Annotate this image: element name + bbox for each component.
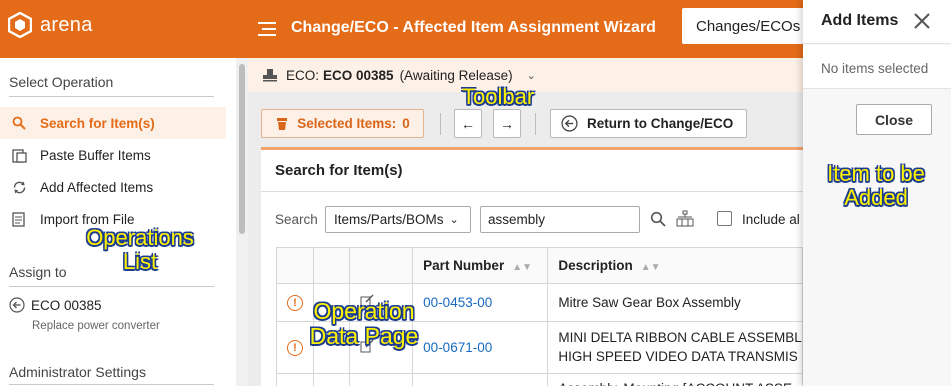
table-row[interactable]: Assembly, Mounting [ACCOUNT ASSE xyxy=(276,373,803,386)
page-title: Change/ECO - Affected Item Assignment Wi… xyxy=(291,19,656,36)
bom-tree-icon[interactable] xyxy=(676,210,694,227)
column-header-label: Part Number xyxy=(423,258,505,273)
status-cell xyxy=(276,373,314,386)
arrow-left-icon: ← xyxy=(461,115,475,132)
action-cell xyxy=(312,373,350,386)
selected-items-count: 0 xyxy=(402,116,410,131)
sidebar-item-add-affected[interactable]: Add Affected Items xyxy=(0,171,226,203)
assign-eco-link[interactable]: ECO 00385 xyxy=(9,297,102,313)
assign-to-heading: Assign to xyxy=(9,264,67,280)
panel-title: Search for Item(s) xyxy=(275,162,403,179)
sidebar-item-paste-buffer[interactable]: Paste Buffer Items xyxy=(0,139,226,171)
trash-bucket-icon xyxy=(277,117,288,130)
changes-ecos-dropdown[interactable]: Changes/ECOs ⌄ xyxy=(682,8,816,44)
search-scope-value: Items/Parts/BOMs xyxy=(334,212,444,227)
chevron-down-icon: ⌄ xyxy=(449,214,459,226)
description-cell: MINI DELTA RIBBON CABLE ASSEMBL HIGH SPE… xyxy=(547,321,803,374)
part-number-link[interactable]: 00-0453-00 xyxy=(412,283,549,322)
selected-items-button[interactable]: Selected Items: 0 xyxy=(261,109,424,138)
arena-logo-icon xyxy=(8,12,32,38)
return-label: Return to Change/ECO xyxy=(587,116,734,131)
sort-icon[interactable]: ▲▼ xyxy=(641,262,661,273)
search-scope-select[interactable]: Items/Parts/BOMs ⌄ xyxy=(325,206,471,233)
column-header-label: Description xyxy=(558,258,633,273)
eco-number: ECO 00385 xyxy=(323,67,394,83)
close-button[interactable]: Close xyxy=(856,104,932,135)
divider xyxy=(9,384,214,385)
eco-prefix: ECO: xyxy=(286,67,320,83)
logo-text: arena xyxy=(40,13,93,36)
no-items-text: No items selected xyxy=(821,61,929,76)
description-cell: Mitre Saw Gear Box Assembly xyxy=(547,283,803,322)
scrollbar-thumb[interactable] xyxy=(239,64,245,234)
chevron-down-icon[interactable]: ⌄ xyxy=(527,69,536,82)
divider xyxy=(9,96,214,97)
sidebar-scrollbar[interactable] xyxy=(236,58,248,386)
annotation-toolbar: Toolbar xyxy=(462,84,535,109)
search-input[interactable] xyxy=(480,206,640,233)
nav-dropdown-label: Changes/ECOs xyxy=(696,17,801,35)
warning-icon: ! xyxy=(287,295,303,311)
part-number-link[interactable] xyxy=(412,373,549,386)
eco-status: (Awaiting Release) xyxy=(399,67,513,83)
search-icon[interactable] xyxy=(650,211,666,227)
sidebar-item-label: Search for Item(s) xyxy=(40,115,155,131)
part-number-link[interactable]: 00-0671-00 xyxy=(412,321,549,374)
divider xyxy=(261,191,803,192)
import-file-icon xyxy=(11,211,27,227)
include-label: Include al xyxy=(742,212,800,227)
close-icon[interactable] xyxy=(912,11,932,31)
include-checkbox[interactable] xyxy=(717,211,732,226)
forward-button[interactable]: → xyxy=(493,109,521,138)
column-header-part-number[interactable]: Part Number ▲▼ xyxy=(412,247,549,284)
menu-icon[interactable] xyxy=(258,21,276,37)
arrow-right-icon: → xyxy=(500,115,514,132)
divider xyxy=(9,286,214,287)
select-operation-heading: Select Operation xyxy=(9,74,114,90)
return-to-eco-button[interactable]: Return to Change/ECO xyxy=(550,109,747,138)
column-header-description[interactable]: Description ▲▼ xyxy=(547,247,803,284)
edit-cell xyxy=(348,373,414,386)
drawer-title: Add Items xyxy=(821,12,899,29)
back-circle-icon xyxy=(9,297,25,313)
paste-icon xyxy=(11,147,27,163)
assign-eco-description: Replace power converter xyxy=(32,320,160,332)
warning-icon: ! xyxy=(287,340,303,356)
annotation-item-to-be-added: Item to be Added xyxy=(827,161,925,211)
search-label: Search xyxy=(275,212,318,227)
back-button[interactable]: ← xyxy=(454,109,482,138)
assign-eco-number: ECO 00385 xyxy=(31,297,102,313)
operations-sidebar: Select Operation Search for Item(s) Past… xyxy=(0,58,236,386)
back-circle-icon xyxy=(561,115,578,132)
column-header-status xyxy=(276,247,314,284)
sidebar-item-label: Add Affected Items xyxy=(40,179,154,195)
sort-icon[interactable]: ▲▼ xyxy=(512,262,532,273)
column-header-edit xyxy=(348,247,414,284)
refresh-icon xyxy=(11,179,27,195)
toolbar-divider xyxy=(440,113,441,135)
stamp-icon xyxy=(263,69,277,82)
selected-items-label: Selected Items: xyxy=(297,116,397,131)
arena-logo[interactable]: arena xyxy=(8,12,93,38)
search-icon xyxy=(11,115,27,131)
description-cell: Assembly, Mounting [ACCOUNT ASSE xyxy=(547,373,803,386)
annotation-operation-data-page: Operation Data Page xyxy=(309,298,419,350)
column-header-action xyxy=(312,247,350,284)
annotation-operations-list: Operations List xyxy=(86,225,194,275)
sidebar-item-label: Paste Buffer Items xyxy=(40,147,151,163)
admin-settings-heading: Administrator Settings xyxy=(9,364,146,380)
sidebar-item-search[interactable]: Search for Item(s) xyxy=(0,107,226,139)
toolbar-divider xyxy=(535,113,536,135)
